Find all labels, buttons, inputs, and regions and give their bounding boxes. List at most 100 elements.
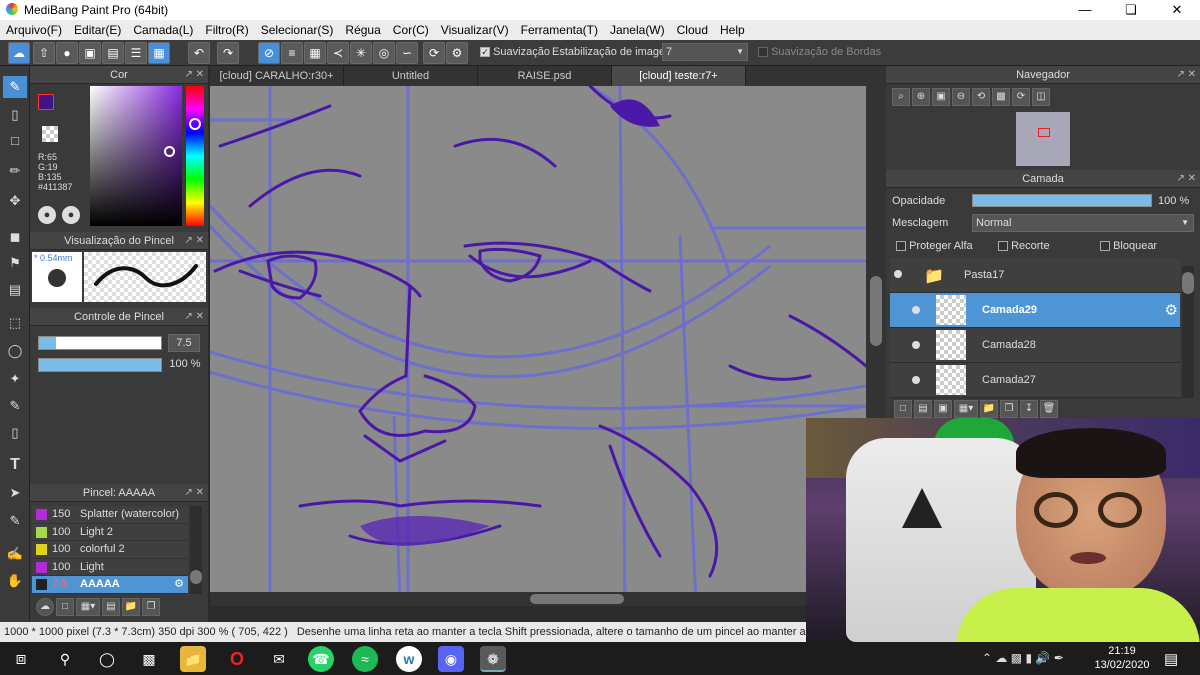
actual-size-icon[interactable]: ▩ [992,88,1010,106]
move-tool-icon[interactable]: ✥ [3,190,27,212]
snap-radial-icon[interactable]: ✳ [350,42,372,64]
comment-icon[interactable]: ● [56,42,78,64]
menu-editar[interactable]: Editar(E) [68,20,127,40]
undo-icon[interactable]: ↶ [188,42,210,64]
tab-raise[interactable]: RAISE.psd [478,66,612,86]
windows-start-icon[interactable]: ⧈ [8,646,34,672]
list-icon[interactable]: ☰ [125,42,147,64]
notifications-icon[interactable]: ▤ [1164,650,1178,668]
tab-caralho[interactable]: [cloud] CARALHO:r30+ [210,66,344,86]
rotate-left-icon[interactable]: ⟲ [972,88,990,106]
zoom-fit-icon[interactable]: ⌕ [892,88,910,106]
eyedropper-icon[interactable]: ✍ [3,543,27,565]
blend-mode-select[interactable]: Normal ▼ [972,214,1194,232]
panel-close-icon[interactable]: ↗ ✕ [184,66,204,84]
merge-layer-icon[interactable]: ↧ [1020,400,1038,418]
whatsapp-icon[interactable]: ☎ [308,646,334,672]
clip-checkbox[interactable] [998,241,1008,252]
eye-icon[interactable] [894,270,902,278]
add-brush-menu-icon[interactable]: ▦▾ [76,598,100,616]
zoom-out-icon[interactable]: ⊖ [952,88,970,106]
sv-picker-handle[interactable] [164,146,175,157]
brush-item-selected[interactable]: 7.5 AAAAA ⚙ [32,576,188,594]
tray-chevron-up-icon[interactable]: ⌃ [982,651,992,665]
brush-item[interactable]: 150 Splatter (watercolor) [32,506,188,524]
scroll-thumb[interactable] [190,570,202,584]
tray-cloud-icon[interactable]: ☁ [995,651,1007,665]
settings-icon[interactable]: ⚙ [446,42,468,64]
menu-selecionar[interactable]: Selecionar(S) [255,20,340,40]
menu-arquivo[interactable]: Arquivo(F) [0,20,68,40]
layer-scrollbar[interactable] [1182,266,1194,398]
brush-size-slider[interactable] [38,336,162,350]
gradient-tool-icon[interactable]: ▤ [3,279,27,301]
lock-checkbox[interactable] [1100,241,1110,252]
wacom-icon[interactable]: w [396,646,422,672]
suavizacao-checkbox[interactable]: ✓ [480,47,490,58]
text-tool-icon[interactable]: T [3,454,27,476]
tray-monitor-icon[interactable]: ▩ [1011,651,1022,665]
brush-tool-icon[interactable]: ✎ [3,76,27,98]
protect-alpha-checkbox[interactable] [896,241,906,252]
new-8bit-layer-icon[interactable]: ▣ [934,400,952,418]
discord-icon[interactable]: ◉ [438,646,464,672]
navigator-thumbnail[interactable] [1016,112,1070,166]
saturation-value-picker[interactable] [90,86,182,226]
snap-perspective-icon[interactable]: ≺ [327,42,349,64]
gear-icon[interactable]: ⚙ [1165,301,1178,319]
file-explorer-icon[interactable]: 📁 [180,646,206,672]
tray-pen-icon[interactable]: ✒ [1054,651,1064,665]
menu-filtro[interactable]: Filtro(R) [199,20,254,40]
new-brush-icon[interactable]: □ [56,598,74,616]
eye-icon[interactable] [912,306,920,314]
cortana-icon[interactable]: ◯ [94,646,120,672]
scroll-thumb[interactable] [870,276,882,346]
share-icon[interactable]: ⇧ [33,42,55,64]
snap-parallel-icon[interactable]: ≡ [281,42,303,64]
panel-close-icon[interactable]: ↗ ✕ [1176,66,1196,84]
menu-janela[interactable]: Janela(W) [604,20,671,40]
lasso-icon[interactable]: ◯ [3,340,27,362]
layer-opacity-slider[interactable] [972,194,1152,207]
menu-visualizar[interactable]: Visualizar(V) [435,20,515,40]
menu-camada[interactable]: Camada(L) [127,20,199,40]
tray-volume-icon[interactable]: 🔊 [1035,651,1050,665]
panel-close-icon[interactable]: ↗ ✕ [1176,170,1196,188]
redo-icon[interactable]: ↷ [217,42,239,64]
duplicate-brush-icon[interactable]: ❐ [142,598,160,616]
cloud-icon[interactable]: ☁ [8,42,30,64]
brush-item[interactable]: 100 colorful 2 [32,541,188,559]
panel-close-icon[interactable]: ↗ ✕ [184,484,204,502]
select-rect-icon[interactable]: ⬚ [3,312,27,334]
eye-icon[interactable] [912,341,920,349]
grid-icon[interactable]: ▦ [148,42,170,64]
document-icon[interactable]: ▤ [102,42,124,64]
scroll-thumb[interactable] [530,594,624,604]
operation-tool-icon[interactable]: ➤ [3,482,27,504]
brush-opacity-slider[interactable] [38,358,162,372]
brush-size-value[interactable]: 7.5 [168,334,200,352]
transparent-swatch[interactable] [42,126,58,142]
snap-grid-icon[interactable]: ▦ [304,42,326,64]
bucket-tool-icon[interactable]: ⚑ [3,252,27,274]
estabilizacao-select[interactable]: 7 ▼ [662,43,748,61]
menu-regua[interactable]: Régua [339,20,386,40]
select-eraser-icon[interactable]: ▯ [3,422,27,444]
hue-slider[interactable] [186,86,204,226]
duplicate-layer-icon[interactable]: ❐ [1000,400,1018,418]
select-pen-icon[interactable]: ✎ [3,395,27,417]
zoom-in-icon[interactable]: ⊕ [912,88,930,106]
flip-icon[interactable]: ◫ [1032,88,1050,106]
add-layer-menu-icon[interactable]: ▦▾ [954,400,978,418]
delete-layer-icon[interactable]: 🗑 [1040,400,1058,418]
eraser-tool-icon[interactable]: ▯ [3,104,27,126]
new-layer-icon[interactable]: □ [894,400,912,418]
snap-rotate-icon[interactable]: ⟳ [423,42,445,64]
minimize-button[interactable]: — [1062,0,1108,20]
snap-off-icon[interactable]: ⊘ [258,42,280,64]
layer-row-selected[interactable]: Camada29 ⚙ [890,293,1180,328]
foreground-color-swatch[interactable] [38,94,54,110]
task-view-icon[interactable]: ▩ [136,646,162,672]
brush-folder-icon[interactable]: 📁 [122,598,140,616]
new-folder-icon[interactable]: 📁 [980,400,998,418]
